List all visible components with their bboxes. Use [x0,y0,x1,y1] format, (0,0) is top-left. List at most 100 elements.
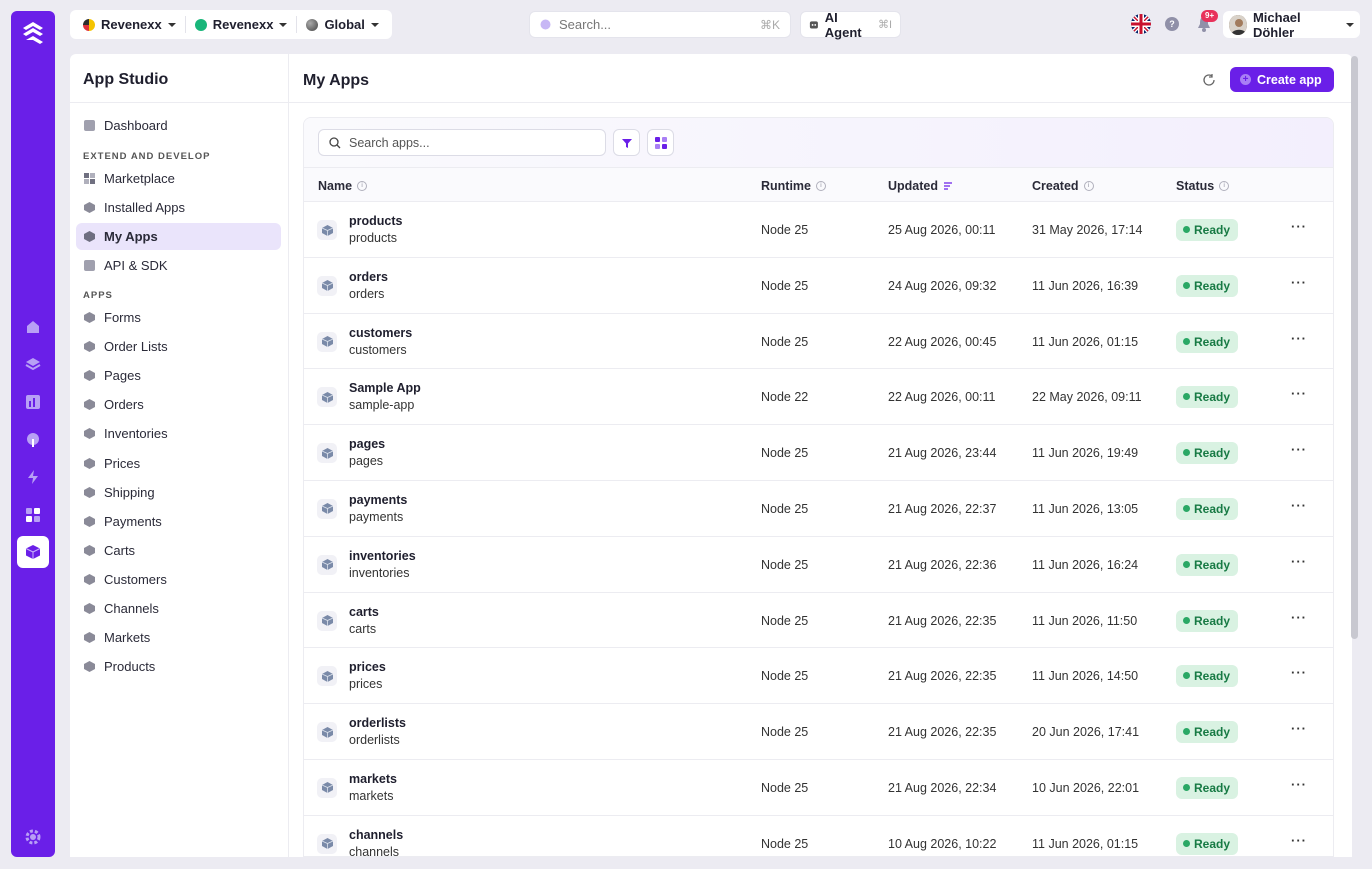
app-title[interactable]: inventories [349,549,416,563]
plus-icon: + [1240,74,1251,85]
sidebar-item-marketplace[interactable]: Marketplace [76,165,281,192]
table-row[interactable]: products products Node 25 25 Aug 2026, 00:1… [304,202,1333,258]
sidebar-item-order-lists[interactable]: Order Lists [76,333,281,360]
column-status[interactable]: Status i [1176,179,1230,193]
sidebar-item-forms[interactable]: Forms [76,304,281,331]
search-icon [329,136,341,148]
table-row[interactable]: customers customers Node 25 22 Aug 2026, 00… [304,313,1333,370]
sidebar-item-dashboard[interactable]: Dashboard [76,112,281,139]
more-options-icon[interactable]: ··· [1289,498,1309,518]
scope-selector[interactable]: Global [299,10,385,39]
app-title[interactable]: channels [349,828,403,842]
uk-flag-icon[interactable] [1131,14,1151,34]
sidebar-item-inventories[interactable]: Inventories [76,420,281,447]
analytics-icon[interactable] [22,391,44,413]
scrollbar[interactable] [1351,56,1358,639]
app-slug: channels [349,844,400,857]
apps-grid-icon[interactable] [22,504,44,526]
app-title[interactable]: carts [349,605,379,619]
sidebar-item-label: API & SDK [104,258,168,273]
filter-button[interactable] [613,129,640,156]
more-options-icon[interactable]: ··· [1289,219,1309,239]
table-row[interactable]: markets markets Node 25 21 Aug 2026, 22:34 1… [304,759,1333,816]
divider [296,16,298,33]
sidebar-item-payments[interactable]: Payments [76,508,281,535]
app-updated: 21 Aug 2026, 22:37 [888,501,997,516]
app-title[interactable]: prices [349,660,386,674]
layers-icon[interactable] [22,353,44,375]
column-runtime[interactable]: Runtime i [761,179,826,193]
table-row[interactable]: pages pages Node 25 21 Aug 2026, 23:44 11 Ju… [304,425,1333,481]
context-selector-bar: Revenexx Revenexx Global [70,10,392,39]
app-title[interactable]: orderlists [349,716,406,730]
ai-agent-label: AI Agent [824,9,862,40]
table-row[interactable]: orders orders Node 25 24 Aug 2026, 09:32 11 … [304,257,1333,314]
column-updated[interactable]: Updated [888,179,953,193]
sidebar-item-shipping[interactable]: Shipping [76,479,281,506]
app-created: 31 May 2026, 17:14 [1032,223,1143,237]
project-selector[interactable]: Revenexx [188,10,295,39]
sidebar-item-installed-apps[interactable]: Installed Apps [76,194,281,221]
user-menu[interactable]: Michael Döhler [1223,10,1360,40]
sidebar-item-api-sdk[interactable]: API & SDK [76,252,281,279]
app-title[interactable]: Sample App [349,381,421,395]
table-row[interactable]: Sample App sample-app Node 22 22 Aug 2026, … [304,369,1333,426]
apps-search-input[interactable]: Search apps... [318,129,606,156]
create-app-button[interactable]: + Create app [1230,67,1334,92]
sidebar-item-carts[interactable]: Carts [76,537,281,564]
global-search[interactable]: Search... ⌘K [529,11,791,38]
sidebar-item-channels[interactable]: Channels [76,595,281,622]
app-title[interactable]: pages [349,437,385,451]
pin-icon[interactable] [22,429,44,451]
table-row[interactable]: channels channels Node 25 10 Aug 2026, 10:2… [304,815,1333,857]
table-row[interactable]: payments payments Node 25 21 Aug 2026, 22:3… [304,480,1333,537]
app-title[interactable]: customers [349,326,412,340]
sidebar-item-prices[interactable]: Prices [76,450,281,477]
dashboard-icon [84,120,95,131]
sidebar-item-markets[interactable]: Markets [76,624,281,651]
more-options-icon[interactable]: ··· [1289,386,1309,406]
org-selector[interactable]: Revenexx [76,10,183,39]
more-options-icon[interactable]: ··· [1289,275,1309,295]
more-options-icon[interactable]: ··· [1289,777,1309,797]
app-studio-icon[interactable] [17,536,49,568]
settings-icon[interactable] [22,826,44,848]
bolt-icon[interactable] [22,466,44,488]
app-updated: 21 Aug 2026, 23:44 [888,446,997,461]
refresh-icon[interactable] [1202,73,1216,87]
more-options-icon[interactable]: ··· [1289,833,1309,853]
app-title[interactable]: markets [349,772,397,786]
create-app-label: Create app [1257,72,1322,87]
sidebar-item-my-apps[interactable]: My Apps [76,223,281,250]
project-selector-label: Revenexx [212,17,274,32]
cube-icon [84,573,95,585]
sidebar-item-customers[interactable]: Customers [76,566,281,593]
app-runtime: Node 25 [761,836,809,851]
ai-agent-button[interactable]: AI Agent ⌘I [800,9,901,40]
sidebar-item-pages[interactable]: Pages [76,362,281,389]
column-name[interactable]: Name i [318,179,368,193]
app-title[interactable]: products [349,214,402,228]
view-toggle-button[interactable] [647,129,674,156]
table-row[interactable]: carts carts Node 25 21 Aug 2026, 22:35 11 Ju… [304,592,1333,649]
table-row[interactable]: inventories inventories Node 25 21 Aug 2026… [304,536,1333,593]
cube-icon [84,312,95,323]
app-cube-icon [317,610,337,631]
sidebar-item-orders[interactable]: Orders [76,391,281,418]
app-title[interactable]: payments [349,493,407,507]
status-badge: Ready [1176,776,1239,799]
more-options-icon[interactable]: ··· [1289,554,1309,574]
help-icon[interactable]: ? [1165,17,1179,31]
table-row[interactable]: prices prices Node 25 21 Aug 2026, 22:35 11 … [304,648,1333,705]
home-icon[interactable] [22,316,44,338]
table-row[interactable]: orderlists orderlists Node 25 21 Aug 2026, … [304,704,1333,760]
logo-icon[interactable] [19,19,47,47]
more-options-icon[interactable]: ··· [1289,331,1309,351]
more-options-icon[interactable]: ··· [1289,610,1309,630]
column-created[interactable]: Created i [1032,179,1094,193]
more-options-icon[interactable]: ··· [1289,442,1309,462]
more-options-icon[interactable]: ··· [1289,721,1309,741]
app-title[interactable]: orders [349,270,388,284]
more-options-icon[interactable]: ··· [1289,665,1309,685]
sidebar-item-products[interactable]: Products [76,653,281,680]
